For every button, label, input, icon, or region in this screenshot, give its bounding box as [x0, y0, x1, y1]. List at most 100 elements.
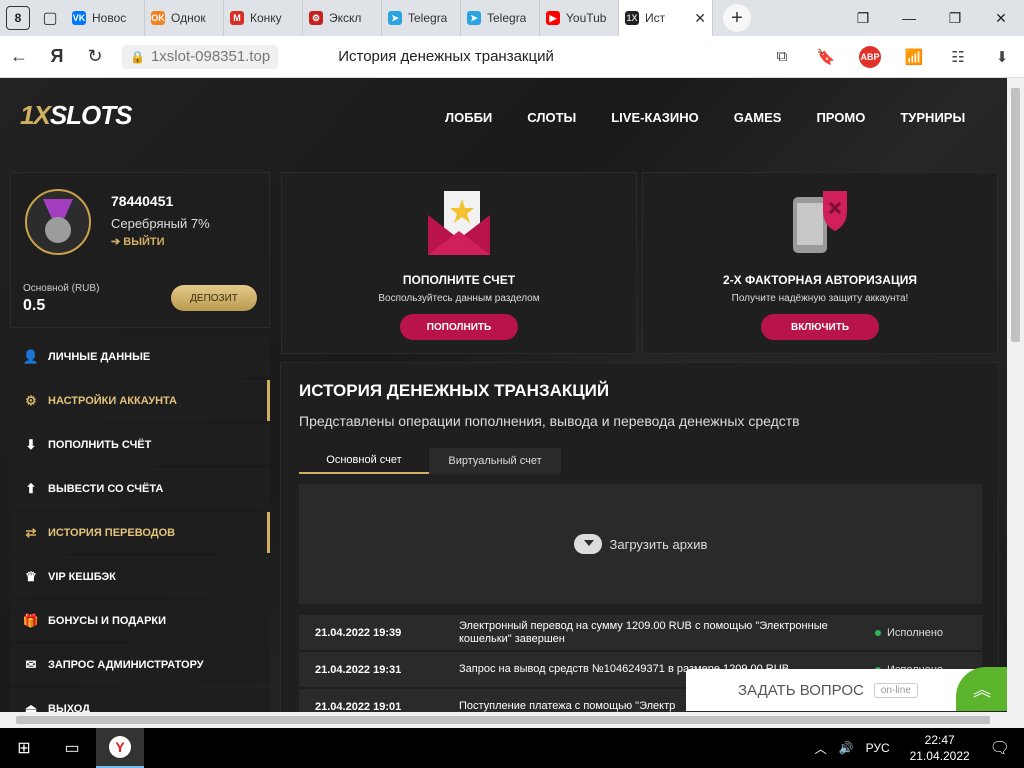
tab-count-badge[interactable]: 8 — [6, 6, 30, 30]
tab-label: Однок — [171, 11, 206, 25]
menu-item-5[interactable]: ♛ VIP КЕШБЭК — [10, 556, 270, 597]
logout-label: ВЫЙТИ — [123, 236, 165, 248]
enable-2fa-button[interactable]: ВКЛЮЧИТЬ — [761, 314, 879, 340]
chevron-up-icon[interactable]: ︿ — [815, 740, 827, 757]
reload-icon[interactable]: ↻ — [76, 36, 114, 78]
transaction-status: Исполнено — [875, 627, 943, 639]
expand-chevrons-icon[interactable]: ︽ — [956, 667, 1008, 711]
logout-arrow-icon: ➔ — [111, 236, 124, 248]
card-subtitle: Воспользуйтесь данным разделом — [378, 293, 540, 304]
onex-favicon-icon: 1X — [625, 11, 639, 25]
scrollbar-thumb[interactable] — [1011, 88, 1020, 342]
upload-archive-button[interactable]: Загрузить архив — [299, 484, 982, 604]
tab-4[interactable]: ➤ Telegra — [382, 0, 461, 36]
balance-label: Основной (RUB) — [23, 283, 100, 294]
lock-icon: 🔒 — [130, 49, 145, 64]
upload-icon: ⬆ — [25, 480, 37, 496]
yandex-icon[interactable]: Я — [38, 36, 76, 78]
card-title: 2-Х ФАКТОРНАЯ АВТОРИЗАЦИЯ — [723, 273, 917, 287]
menu-item-label: ПОПОЛНИТЬ СЧЁТ — [48, 438, 152, 451]
settings-icon: ⚙ — [25, 392, 37, 408]
yandex-browser-taskbar-icon[interactable]: Y — [96, 728, 144, 768]
tab-label: Telegra — [408, 11, 448, 25]
scrollbar-thumb[interactable] — [16, 716, 990, 724]
tab-6[interactable]: ▶ YouTub — [540, 0, 619, 36]
minimize-icon[interactable]: — — [886, 10, 932, 26]
tab-groups-icon[interactable]: ▢ — [34, 0, 66, 36]
site-logo[interactable]: 1XSLOTS — [20, 100, 133, 131]
close-tab-icon[interactable]: ✕ — [694, 10, 706, 27]
url-field[interactable]: 🔒 1xslot-098351.top — [122, 44, 279, 69]
gift-icon: 🎁 — [22, 612, 40, 628]
clock[interactable]: 22:47 21.04.2022 — [910, 732, 970, 764]
tab-main-account[interactable]: Основной счет — [299, 448, 429, 474]
menu-item-6[interactable]: 🎁 БОНУСЫ И ПОДАРКИ — [10, 600, 270, 641]
horizontal-scrollbar[interactable] — [0, 712, 1024, 728]
tab-list: VK Новос OK Однок M Конку ⚙ Экскл ➤ Telegra ➤ Teleg… — [66, 0, 619, 36]
logo-part-1x: 1X — [20, 100, 51, 130]
volume-icon[interactable]: 🔊 — [839, 741, 854, 755]
url-text: 1xslot-098351.top — [150, 48, 271, 65]
windows-start-icon[interactable]: ⊞ — [0, 728, 48, 768]
collections-icon[interactable]: ☷ — [936, 48, 980, 66]
telegram-icon: ➤ — [388, 11, 402, 25]
nav-item-0[interactable]: ЛОББИ — [445, 110, 492, 125]
youtube-icon: ▶ — [546, 11, 560, 25]
top-up-button[interactable]: ПОПОЛНИТЬ — [400, 314, 518, 340]
logo-part-slots: SLOTS — [49, 100, 133, 130]
tab-virtual-account[interactable]: Виртуальный счет — [429, 448, 561, 474]
transaction-history: ИСТОРИЯ ДЕНЕЖНЫХ ТРАНЗАКЦИЙ Представлены… — [280, 362, 999, 724]
menu-item-0[interactable]: 👤 ЛИЧНЫЕ ДАННЫЕ — [10, 336, 270, 377]
nav-item-5[interactable]: ТУРНИРЫ — [900, 110, 965, 125]
ask-question-widget[interactable]: ЗАДАТЬ ВОПРОС on-line ︽ — [686, 667, 1008, 711]
tab-3[interactable]: ⚙ Экскл — [303, 0, 382, 36]
tab-label: Конку — [250, 11, 282, 25]
new-tab-button[interactable]: + — [723, 4, 751, 32]
logout-link[interactable]: ➔ ВЫЙТИ — [111, 235, 165, 248]
address-actions: ⧉ 🔖 ABP 📶 ☷ ⬇ — [760, 45, 1024, 68]
history-subtitle: Представлены операции пополнения, вывода… — [299, 413, 800, 429]
tab-2[interactable]: M Конку — [224, 0, 303, 36]
adblock-icon[interactable]: ABP — [859, 45, 881, 68]
back-icon[interactable]: ← — [0, 36, 38, 78]
card-subtitle: Получите надёжную защиту аккаунта! — [731, 293, 909, 304]
menu-item-label: ЗАПРОС АДМИНИСТРАТОРУ — [48, 658, 204, 671]
nav-item-2[interactable]: LIVE-КАЗИНО — [611, 110, 699, 125]
bookmark-icon[interactable]: 🔖 — [804, 48, 848, 66]
nav-item-1[interactable]: СЛОТЫ — [527, 110, 576, 125]
transaction-date: 21.04.2022 19:39 — [315, 626, 402, 639]
account-tabs: Основной счет Виртуальный счет — [299, 448, 561, 474]
menu-item-4[interactable]: ⇄ ИСТОРИЯ ПЕРЕВОДОВ — [10, 512, 270, 553]
menu-item-3[interactable]: ⬆ ВЫВЕСТИ СО СЧЁТА — [10, 468, 270, 509]
menu-item-1[interactable]: ⚙ НАСТРОЙКИ АККАУНТА — [10, 380, 270, 421]
tab-0[interactable]: VK Новос — [66, 0, 145, 36]
bookmarks-panel-icon[interactable]: ❐ — [840, 10, 886, 27]
menu-item-label: ИСТОРИЯ ПЕРЕВОДОВ — [48, 526, 176, 539]
deposit-button[interactable]: ДЕПОЗИТ — [171, 285, 257, 311]
menu-item-2[interactable]: ⬇ ПОПОЛНИТЬ СЧЁТ — [10, 424, 270, 465]
transaction-date: 21.04.2022 19:31 — [315, 663, 402, 676]
menu-item-7[interactable]: ✉ ЗАПРОС АДМИНИСТРАТОРУ — [10, 644, 270, 685]
menu-item-label: БОНУСЫ И ПОДАРКИ — [48, 614, 167, 627]
language-indicator[interactable]: РУС — [866, 741, 890, 755]
nav-item-4[interactable]: ПРОМО — [816, 110, 865, 125]
extensions-icon[interactable]: ⧉ — [760, 48, 804, 65]
two-factor-card: 2-Х ФАКТОРНАЯ АВТОРИЗАЦИЯ Получите надёж… — [642, 172, 998, 354]
wifi-icon[interactable]: 📶 — [892, 48, 936, 66]
tab-active[interactable]: 1X Ист ✕ — [619, 0, 713, 36]
notifications-icon[interactable]: 🗨 — [990, 738, 1010, 758]
tab-1[interactable]: OK Однок — [145, 0, 224, 36]
vertical-scrollbar[interactable] — [1007, 78, 1024, 712]
close-window-icon[interactable]: ✕ — [978, 10, 1024, 27]
restore-icon[interactable]: ❐ — [932, 10, 978, 27]
downloads-icon[interactable]: ⬇ — [980, 48, 1024, 66]
task-view-icon[interactable]: ▭ — [48, 728, 96, 768]
upload-archive-label: Загрузить архив — [609, 536, 708, 552]
user-card: 78440451 Серебряный 7% ➔ ВЫЙТИ Основной … — [10, 172, 270, 328]
tab-5[interactable]: ➤ Telegra — [461, 0, 540, 36]
clock-date: 21.04.2022 — [909, 749, 970, 763]
transfer-icon: ⇄ — [25, 524, 37, 540]
clock-time: 22:47 — [924, 733, 955, 747]
envelope-star-icon — [428, 191, 490, 255]
nav-item-3[interactable]: GAMES — [734, 110, 782, 125]
